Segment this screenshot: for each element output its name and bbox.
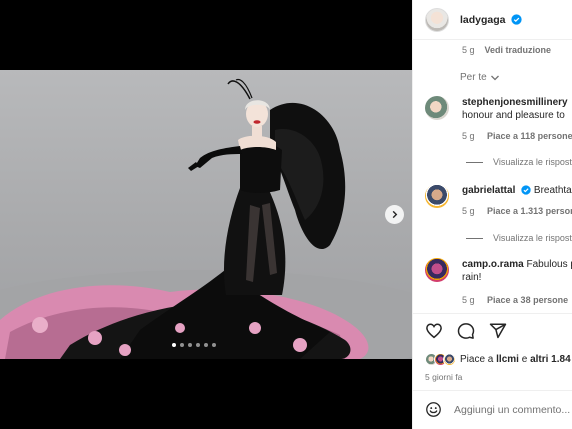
view-replies-label: Visualizza le rispost [493, 157, 572, 167]
author-username[interactable]: ladygaga [460, 14, 523, 26]
post-side-panel: ladygaga 5 g Vedi traduzione Per te step… [412, 0, 572, 429]
comment-item: camp.o.rama Fabulous p rain! 5 g Piace a… [425, 258, 572, 308]
caption-time: 5 g [462, 45, 475, 55]
comment-likes[interactable]: Piace a 38 persone [487, 295, 568, 305]
comment-body-line2: rain! [462, 272, 482, 283]
commenter-username[interactable]: gabrielattal [462, 185, 515, 196]
carousel-dot [180, 343, 184, 347]
verified-badge-icon [511, 14, 523, 25]
view-replies-link[interactable]: Visualizza le rispost [466, 157, 572, 167]
carousel-dot [188, 343, 192, 347]
post-photo[interactable] [0, 70, 412, 359]
comment-item: gabrielattal Breathtak 5 g Piace a 1.313… [425, 184, 572, 224]
likes-summary[interactable]: Piace a llcmi e altri 1.84 [425, 353, 571, 366]
media-pane [0, 0, 412, 429]
replies-divider [466, 237, 483, 239]
carousel-dot [212, 343, 216, 347]
comment-likes[interactable]: Piace a 1.313 persone [487, 206, 572, 216]
comment-likes[interactable]: Piace a 118 persone [487, 131, 572, 141]
post-header: ladygaga [413, 0, 572, 40]
comment-meta: 5 g Piace a 1.313 persone [462, 206, 572, 216]
chevron-down-icon [490, 75, 499, 80]
comment-text: camp.o.rama Fabulous p [462, 258, 572, 271]
comment-body: Breathtak [533, 185, 572, 196]
add-comment-input[interactable] [454, 403, 572, 416]
author-avatar[interactable] [425, 7, 449, 32]
replies-divider [466, 161, 483, 163]
verified-badge-icon [521, 185, 531, 196]
comment-button[interactable] [457, 322, 475, 340]
comment-sort-dropdown[interactable]: Per te [460, 72, 500, 83]
comment-meta: 5 g Piace a 38 persone [462, 295, 572, 305]
caption-meta: 5 g Vedi traduzione [462, 45, 551, 55]
commenter-avatar[interactable] [425, 184, 449, 208]
comment-time: 5 g [462, 295, 475, 305]
likes-text: Piace a llcmi e altri 1.84 [460, 354, 571, 365]
likes-others-link[interactable]: altri 1.84 [530, 354, 571, 365]
heart-icon [426, 323, 442, 339]
like-button[interactable] [425, 322, 443, 340]
comment-meta: 5 g Piace a 118 persone [462, 131, 572, 141]
liker-username[interactable]: llcmi [496, 354, 519, 365]
divider [413, 390, 572, 391]
post-date: 5 giorni fa [425, 372, 463, 382]
commenter-username[interactable]: camp.o.rama [462, 259, 524, 270]
emoji-icon[interactable] [425, 401, 442, 418]
divider [413, 313, 572, 314]
comment-text: gabrielattal Breathtak [462, 184, 572, 197]
carousel-dot [172, 343, 176, 347]
view-replies-link[interactable]: Visualizza le rispost [466, 233, 572, 243]
comment-composer [425, 401, 572, 418]
comment-time: 5 g [462, 206, 475, 216]
post-actions [425, 322, 507, 340]
carousel-dot [196, 343, 200, 347]
commenter-username[interactable]: stephenjonesmillinery [462, 97, 568, 108]
carousel-indicator [172, 343, 216, 347]
chevron-right-icon [392, 210, 398, 219]
share-icon [489, 323, 507, 339]
comment-body: Fabulous p [526, 259, 572, 270]
comment-text: stephenjonesmillinery [462, 96, 572, 109]
commenter-avatar[interactable] [425, 258, 449, 282]
liker-avatar [443, 353, 456, 366]
sort-label: Per te [460, 72, 487, 83]
share-button[interactable] [489, 322, 507, 340]
comment-icon [457, 323, 475, 339]
instagram-post-view: ladygaga 5 g Vedi traduzione Per te step… [0, 0, 572, 429]
comment-time: 5 g [462, 131, 475, 141]
comment-item: stephenjonesmillinery honour and pleasur… [425, 96, 572, 166]
view-replies-label: Visualizza le rispost [493, 233, 572, 243]
commenter-avatar[interactable] [425, 96, 449, 120]
carousel-dot [204, 343, 208, 347]
comment-body-line2: honour and pleasure to [462, 110, 565, 121]
see-translation-link[interactable]: Vedi traduzione [485, 45, 552, 55]
carousel-next-button[interactable] [385, 205, 404, 224]
